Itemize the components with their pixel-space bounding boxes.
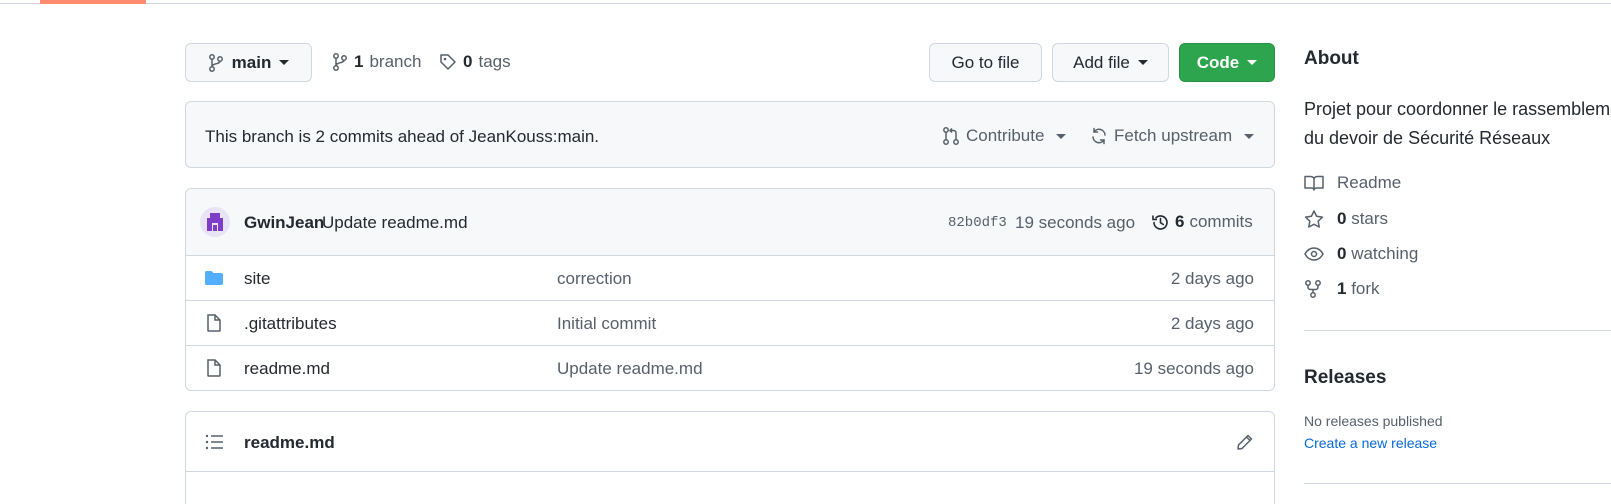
eye-icon (1304, 247, 1324, 261)
top-tab-underline (0, 0, 1611, 4)
list-icon[interactable] (205, 433, 224, 451)
contribute-button[interactable]: Contribute (942, 126, 1067, 146)
git-branch-icon (333, 53, 347, 71)
branch-label: branch (369, 52, 422, 71)
go-to-file-button[interactable]: Go to file (929, 43, 1042, 82)
pull-request-icon (943, 127, 959, 145)
file-row[interactable]: .gitattributes Initial commit 2 days ago (186, 300, 1274, 345)
branch-selector-label: main (231, 52, 272, 72)
forks-link[interactable]: 1 fork (1304, 279, 1380, 299)
file-commit-message[interactable]: Update readme.md (557, 359, 703, 379)
chevron-down-icon (1056, 133, 1067, 139)
branch-ahead-text: This branch is 2 commits ahead of JeanKo… (205, 127, 600, 146)
book-icon (1304, 175, 1324, 191)
file-list: GwinJean Update readme.md 82b0df3 19 sec… (185, 188, 1275, 391)
readme-panel: readme.md (185, 411, 1275, 504)
readme-link[interactable]: Readme (1304, 173, 1401, 193)
branch-count: 1 (354, 52, 364, 71)
about-heading: About (1304, 48, 1359, 69)
file-commit-message[interactable]: Initial commit (557, 314, 656, 334)
branch-selector-button[interactable]: main (185, 43, 312, 82)
tag-icon (440, 54, 456, 70)
watching-count: 0 (1337, 244, 1347, 263)
fork-count: 1 (1337, 279, 1347, 298)
folder-icon (204, 269, 224, 287)
tag-count: 0 (463, 52, 473, 71)
commit-hash[interactable]: 82b0df3 (948, 215, 1007, 231)
file-row[interactable]: readme.md Update readme.md 19 seconds ag… (186, 345, 1274, 390)
releases-heading[interactable]: Releases (1304, 367, 1386, 389)
chevron-down-icon (279, 60, 290, 65)
no-releases-text: No releases published (1304, 413, 1443, 429)
go-to-file-label: Go to file (951, 52, 1020, 72)
commits-count: 6 (1175, 212, 1185, 231)
readme-header: readme.md (186, 412, 1274, 472)
tags-link[interactable]: 0 tags (439, 52, 511, 72)
file-name[interactable]: .gitattributes (244, 314, 337, 334)
about-description-line: Projet pour coordonner le rassemblement (1304, 99, 1611, 119)
code-button[interactable]: Code (1179, 43, 1275, 82)
readme-link-label: Readme (1337, 173, 1402, 192)
avatar[interactable] (200, 207, 230, 237)
branches-link[interactable]: 1 branch (332, 52, 421, 72)
watching-link[interactable]: 0 watching (1304, 244, 1418, 264)
active-tab-indicator (40, 0, 146, 4)
commit-author[interactable]: GwinJean (244, 213, 324, 233)
file-icon (204, 359, 224, 377)
sidebar-divider (1304, 330, 1611, 331)
code-label: Code (1196, 52, 1240, 72)
tag-label: tags (478, 52, 511, 71)
stars-count: 0 (1337, 209, 1347, 228)
add-file-label: Add file (1073, 52, 1130, 72)
commit-message[interactable]: Update readme.md (322, 213, 468, 233)
latest-commit-bar: GwinJean Update readme.md 82b0df3 19 sec… (186, 189, 1274, 255)
star-icon (1304, 210, 1324, 228)
commit-time: 19 seconds ago (1015, 213, 1136, 232)
file-age: 2 days ago (1170, 314, 1254, 333)
create-release-link[interactable]: Create a new release (1304, 435, 1437, 451)
file-commit-message[interactable]: correction (557, 269, 632, 289)
file-name[interactable]: site (244, 269, 270, 289)
fork-icon (1305, 280, 1321, 298)
sync-icon (1092, 127, 1106, 145)
about-description-line: du devoir de Sécurité Réseaux (1304, 128, 1551, 148)
sidebar-divider (1304, 483, 1611, 484)
file-row[interactable]: site correction 2 days ago (186, 255, 1274, 300)
chevron-down-icon (1247, 60, 1258, 65)
stars-link[interactable]: 0 stars (1304, 209, 1388, 229)
contribute-label: Contribute (966, 126, 1045, 145)
commits-label: commits (1189, 212, 1253, 231)
fetch-upstream-label: Fetch upstream (1114, 126, 1233, 145)
pencil-icon[interactable] (1236, 433, 1254, 451)
file-age: 2 days ago (1170, 269, 1254, 288)
git-branch-icon (208, 53, 223, 72)
file-icon (204, 314, 224, 332)
fork-label: fork (1351, 279, 1380, 298)
file-name[interactable]: readme.md (244, 359, 330, 379)
file-age: 19 seconds ago (1133, 359, 1254, 378)
add-file-button[interactable]: Add file (1052, 43, 1169, 82)
history-icon (1152, 214, 1168, 230)
fetch-upstream-button[interactable]: Fetch upstream (1090, 126, 1255, 146)
stars-label: stars (1351, 209, 1389, 228)
watching-label: watching (1351, 244, 1419, 263)
chevron-down-icon (1244, 133, 1255, 139)
about-description: Projet pour coordonner le rassemblement … (1304, 95, 1611, 153)
branch-ahead-banner: This branch is 2 commits ahead of JeanKo… (185, 101, 1275, 168)
chevron-down-icon (1137, 60, 1148, 65)
readme-title[interactable]: readme.md (244, 433, 335, 453)
commits-history-link[interactable]: 6 commits (1151, 212, 1253, 232)
